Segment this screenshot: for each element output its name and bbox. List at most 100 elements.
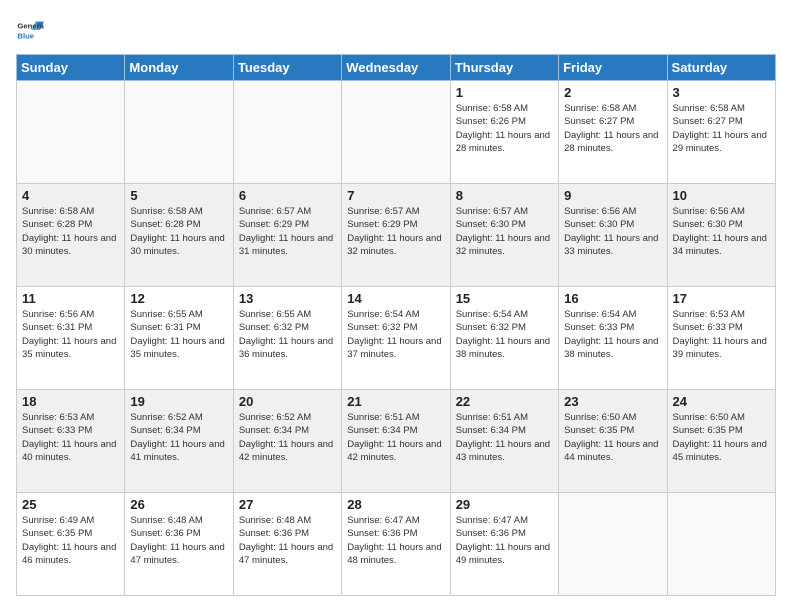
day-number: 9 bbox=[564, 188, 661, 203]
day-number: 14 bbox=[347, 291, 444, 306]
day-number: 16 bbox=[564, 291, 661, 306]
calendar-cell: 10 Sunrise: 6:56 AM Sunset: 6:30 PM Dayli… bbox=[667, 184, 775, 287]
calendar-cell: 26 Sunrise: 6:48 AM Sunset: 6:36 PM Dayli… bbox=[125, 493, 233, 596]
day-info: Sunrise: 6:50 AM Sunset: 6:35 PM Dayligh… bbox=[673, 411, 770, 464]
calendar-cell: 6 Sunrise: 6:57 AM Sunset: 6:29 PM Daylig… bbox=[233, 184, 341, 287]
day-info: Sunrise: 6:49 AM Sunset: 6:35 PM Dayligh… bbox=[22, 514, 119, 567]
calendar-cell bbox=[125, 81, 233, 184]
weekday-header: Saturday bbox=[667, 55, 775, 81]
day-number: 12 bbox=[130, 291, 227, 306]
calendar-cell: 17Sunrise: 6:53 AM Sunset: 6:33 PM Dayli… bbox=[667, 287, 775, 390]
calendar-cell bbox=[342, 81, 450, 184]
calendar-cell: 29 Sunrise: 6:47 AM Sunset: 6:36 PM Dayli… bbox=[450, 493, 558, 596]
calendar-cell: 14 Sunrise: 6:54 AM Sunset: 6:32 PM Dayli… bbox=[342, 287, 450, 390]
logo-icon: General Blue bbox=[16, 16, 44, 44]
calendar-cell: 15 Sunrise: 6:54 AM Sunset: 6:32 PM Dayli… bbox=[450, 287, 558, 390]
weekday-header: Monday bbox=[125, 55, 233, 81]
weekday-header: Thursday bbox=[450, 55, 558, 81]
calendar-cell: 13 Sunrise: 6:55 AM Sunset: 6:32 PM Dayli… bbox=[233, 287, 341, 390]
calendar-cell: 2 Sunrise: 6:58 AM Sunset: 6:27 PM Daylig… bbox=[559, 81, 667, 184]
day-number: 28 bbox=[347, 497, 444, 512]
calendar-week-row: 1Sunrise: 6:58 AM Sunset: 6:26 PM Daylig… bbox=[17, 81, 776, 184]
day-info: Sunrise: 6:56 AM Sunset: 6:31 PM Dayligh… bbox=[22, 308, 119, 361]
day-info: Sunrise: 6:56 AM Sunset: 6:30 PM Dayligh… bbox=[564, 205, 661, 258]
calendar-cell: 25 Sunrise: 6:49 AM Sunset: 6:35 PM Dayli… bbox=[17, 493, 125, 596]
calendar-cell: 11 Sunrise: 6:56 AM Sunset: 6:31 PM Dayli… bbox=[17, 287, 125, 390]
day-number: 22 bbox=[456, 394, 553, 409]
weekday-header: Sunday bbox=[17, 55, 125, 81]
day-info: Sunrise: 6:54 AM Sunset: 6:32 PM Dayligh… bbox=[456, 308, 553, 361]
calendar-table: SundayMondayTuesdayWednesdayThursdayFrid… bbox=[16, 54, 776, 596]
calendar-cell: 5 Sunrise: 6:58 AM Sunset: 6:28 PM Daylig… bbox=[125, 184, 233, 287]
day-number: 15 bbox=[456, 291, 553, 306]
calendar-cell: 23 Sunrise: 6:50 AM Sunset: 6:35 PM Dayli… bbox=[559, 390, 667, 493]
day-number: 24 bbox=[673, 394, 770, 409]
day-info: Sunrise: 6:54 AM Sunset: 6:33 PM Dayligh… bbox=[564, 308, 661, 361]
day-info: Sunrise: 6:58 AM Sunset: 6:28 PM Dayligh… bbox=[22, 205, 119, 258]
calendar-cell: 22 Sunrise: 6:51 AM Sunset: 6:34 PM Dayli… bbox=[450, 390, 558, 493]
day-number: 2 bbox=[564, 85, 661, 100]
calendar-cell: 27Sunrise: 6:48 AM Sunset: 6:36 PM Dayli… bbox=[233, 493, 341, 596]
day-number: 23 bbox=[564, 394, 661, 409]
day-number: 3 bbox=[673, 85, 770, 100]
day-info: Sunrise: 6:57 AM Sunset: 6:30 PM Dayligh… bbox=[456, 205, 553, 258]
day-number: 26 bbox=[130, 497, 227, 512]
calendar-week-row: 4 Sunrise: 6:58 AM Sunset: 6:28 PM Daylig… bbox=[17, 184, 776, 287]
day-number: 20 bbox=[239, 394, 336, 409]
day-info: Sunrise: 6:47 AM Sunset: 6:36 PM Dayligh… bbox=[347, 514, 444, 567]
calendar-cell bbox=[17, 81, 125, 184]
day-info: Sunrise: 6:58 AM Sunset: 6:27 PM Dayligh… bbox=[564, 102, 661, 155]
page: General Blue SundayMondayTuesdayWednesda… bbox=[0, 0, 792, 612]
calendar-cell: 28 Sunrise: 6:47 AM Sunset: 6:36 PM Dayli… bbox=[342, 493, 450, 596]
day-info: Sunrise: 6:56 AM Sunset: 6:30 PM Dayligh… bbox=[673, 205, 770, 258]
calendar-cell: 19Sunrise: 6:52 AM Sunset: 6:34 PM Dayli… bbox=[125, 390, 233, 493]
day-number: 29 bbox=[456, 497, 553, 512]
day-number: 18 bbox=[22, 394, 119, 409]
day-number: 7 bbox=[347, 188, 444, 203]
calendar-header-row: SundayMondayTuesdayWednesdayThursdayFrid… bbox=[17, 55, 776, 81]
day-info: Sunrise: 6:48 AM Sunset: 6:36 PM Dayligh… bbox=[130, 514, 227, 567]
calendar-cell: 7 Sunrise: 6:57 AM Sunset: 6:29 PM Daylig… bbox=[342, 184, 450, 287]
day-info: Sunrise: 6:55 AM Sunset: 6:32 PM Dayligh… bbox=[239, 308, 336, 361]
calendar-cell: 3 Sunrise: 6:58 AM Sunset: 6:27 PM Daylig… bbox=[667, 81, 775, 184]
calendar-cell: 1Sunrise: 6:58 AM Sunset: 6:26 PM Daylig… bbox=[450, 81, 558, 184]
day-info: Sunrise: 6:55 AM Sunset: 6:31 PM Dayligh… bbox=[130, 308, 227, 361]
calendar-cell: 16 Sunrise: 6:54 AM Sunset: 6:33 PM Dayli… bbox=[559, 287, 667, 390]
day-info: Sunrise: 6:54 AM Sunset: 6:32 PM Dayligh… bbox=[347, 308, 444, 361]
day-number: 21 bbox=[347, 394, 444, 409]
day-number: 10 bbox=[673, 188, 770, 203]
calendar-cell bbox=[559, 493, 667, 596]
day-info: Sunrise: 6:57 AM Sunset: 6:29 PM Dayligh… bbox=[347, 205, 444, 258]
calendar-week-row: 11 Sunrise: 6:56 AM Sunset: 6:31 PM Dayli… bbox=[17, 287, 776, 390]
calendar-cell: 24 Sunrise: 6:50 AM Sunset: 6:35 PM Dayli… bbox=[667, 390, 775, 493]
day-info: Sunrise: 6:48 AM Sunset: 6:36 PM Dayligh… bbox=[239, 514, 336, 567]
day-number: 11 bbox=[22, 291, 119, 306]
day-info: Sunrise: 6:47 AM Sunset: 6:36 PM Dayligh… bbox=[456, 514, 553, 567]
calendar-cell: 12 Sunrise: 6:55 AM Sunset: 6:31 PM Dayli… bbox=[125, 287, 233, 390]
logo: General Blue bbox=[16, 16, 44, 44]
calendar-cell bbox=[667, 493, 775, 596]
calendar-cell: 8 Sunrise: 6:57 AM Sunset: 6:30 PM Daylig… bbox=[450, 184, 558, 287]
day-number: 19 bbox=[130, 394, 227, 409]
calendar-week-row: 18Sunrise: 6:53 AM Sunset: 6:33 PM Dayli… bbox=[17, 390, 776, 493]
day-info: Sunrise: 6:58 AM Sunset: 6:27 PM Dayligh… bbox=[673, 102, 770, 155]
calendar-cell: 4 Sunrise: 6:58 AM Sunset: 6:28 PM Daylig… bbox=[17, 184, 125, 287]
day-info: Sunrise: 6:57 AM Sunset: 6:29 PM Dayligh… bbox=[239, 205, 336, 258]
day-info: Sunrise: 6:52 AM Sunset: 6:34 PM Dayligh… bbox=[239, 411, 336, 464]
weekday-header: Friday bbox=[559, 55, 667, 81]
day-info: Sunrise: 6:53 AM Sunset: 6:33 PM Dayligh… bbox=[673, 308, 770, 361]
day-info: Sunrise: 6:58 AM Sunset: 6:26 PM Dayligh… bbox=[456, 102, 553, 155]
day-number: 25 bbox=[22, 497, 119, 512]
day-info: Sunrise: 6:50 AM Sunset: 6:35 PM Dayligh… bbox=[564, 411, 661, 464]
calendar-cell: 20 Sunrise: 6:52 AM Sunset: 6:34 PM Dayli… bbox=[233, 390, 341, 493]
day-info: Sunrise: 6:58 AM Sunset: 6:28 PM Dayligh… bbox=[130, 205, 227, 258]
svg-text:Blue: Blue bbox=[17, 31, 34, 40]
day-number: 13 bbox=[239, 291, 336, 306]
day-number: 4 bbox=[22, 188, 119, 203]
header: General Blue bbox=[16, 16, 776, 44]
day-number: 5 bbox=[130, 188, 227, 203]
weekday-header: Tuesday bbox=[233, 55, 341, 81]
day-info: Sunrise: 6:51 AM Sunset: 6:34 PM Dayligh… bbox=[456, 411, 553, 464]
day-number: 8 bbox=[456, 188, 553, 203]
day-number: 6 bbox=[239, 188, 336, 203]
